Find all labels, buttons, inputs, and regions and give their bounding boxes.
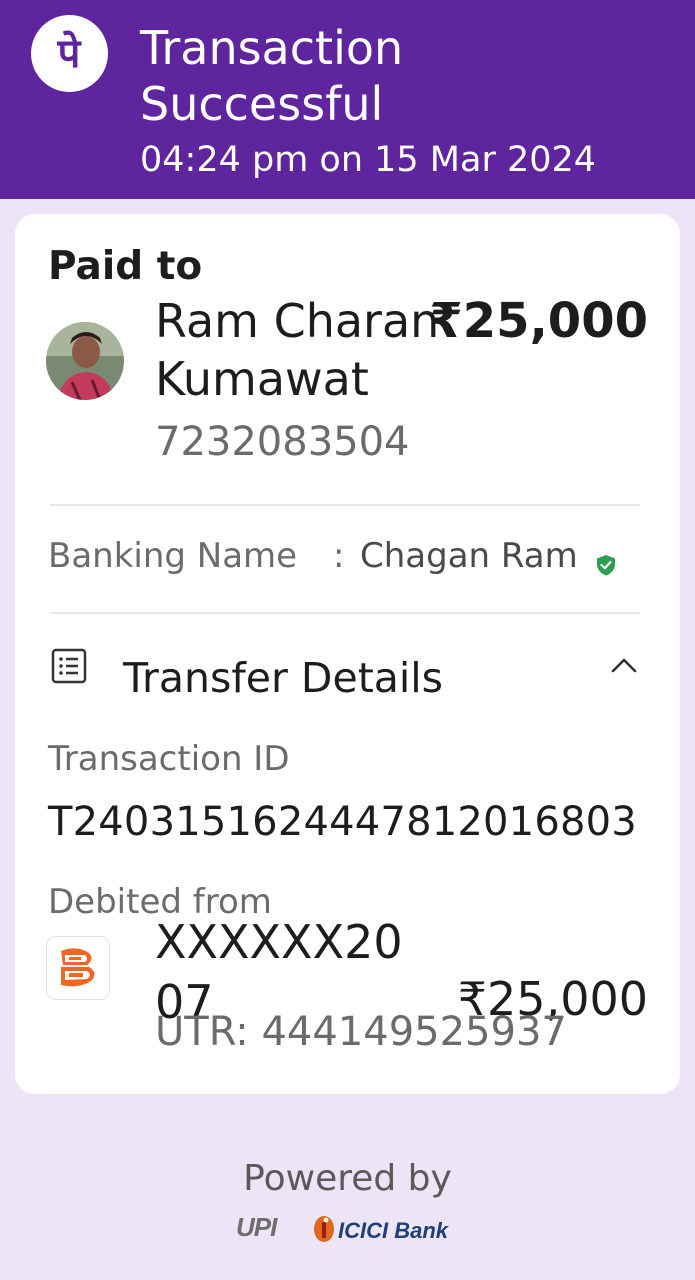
- transaction-card: Paid to Ram Charan Kumawat ₹25,000 72320…: [15, 214, 680, 1094]
- utr-number[interactable]: UTR: 444149525937: [155, 1009, 567, 1055]
- powered-by-label: Powered by: [243, 1158, 452, 1199]
- header-banner: पे Transaction Successful 04:24 pm on 15…: [0, 0, 695, 199]
- verified-shield-icon: [597, 555, 615, 576]
- payee-phone: 7232083504: [155, 419, 410, 465]
- banking-name-separator: :: [333, 536, 345, 576]
- avatar[interactable]: [46, 322, 124, 400]
- partner-logos: UPI ICICI Bank: [232, 1212, 462, 1248]
- payee-name: Ram Charan Kumawat: [155, 294, 440, 406]
- divider: [50, 612, 640, 614]
- logo-glyph: पे: [57, 30, 82, 77]
- paid-amount: ₹25,000: [429, 293, 648, 349]
- chevron-up-icon[interactable]: [611, 656, 637, 676]
- status-title: Transaction Successful: [140, 21, 404, 131]
- divider: [50, 504, 640, 506]
- icici-logo-mark: [314, 1216, 334, 1242]
- paid-to-label: Paid to: [48, 244, 203, 289]
- upi-logo: UPI: [236, 1212, 277, 1242]
- bank-of-baroda-logo: [46, 936, 110, 1000]
- status-time: 04:24 pm on 15 Mar 2024: [140, 140, 597, 180]
- transaction-id-value[interactable]: T2403151624447812016803: [48, 799, 637, 845]
- divider: [50, 1094, 640, 1096]
- list-icon: [51, 648, 87, 684]
- transaction-id-label: Transaction ID: [48, 739, 290, 779]
- transfer-details-title[interactable]: Transfer Details: [123, 654, 443, 702]
- banking-name-label: Banking Name: [48, 536, 298, 576]
- icici-bank-logo: ICICI Bank: [338, 1218, 449, 1243]
- banking-name-value: Chagan Ram: [360, 536, 578, 576]
- phonepe-logo: पे: [31, 15, 108, 92]
